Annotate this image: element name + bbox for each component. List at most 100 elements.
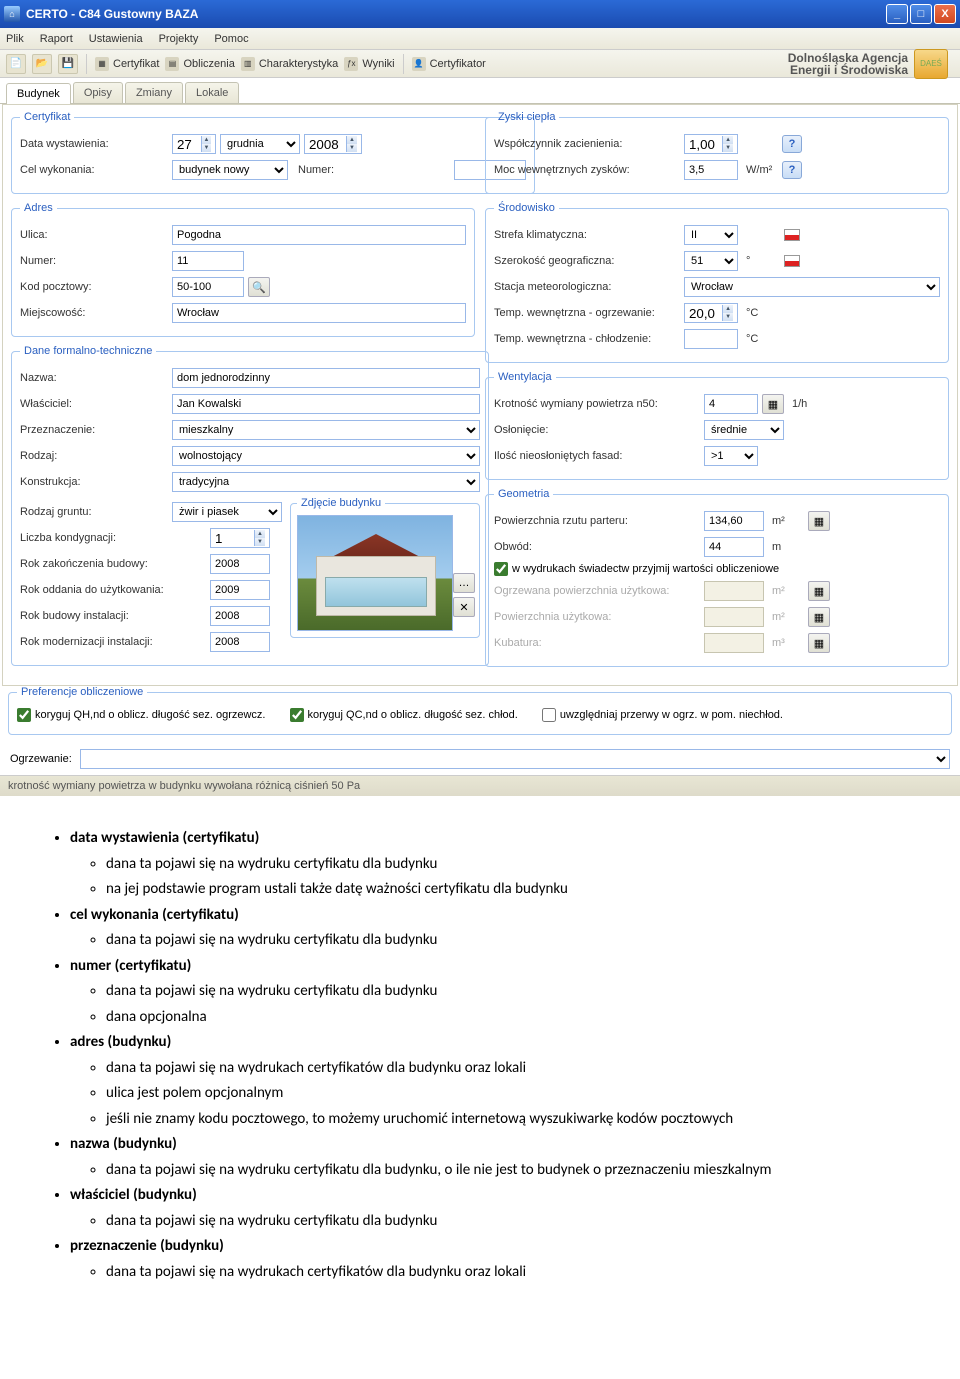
tab-opisy[interactable]: Opisy xyxy=(73,82,123,103)
char-icon: ▥ xyxy=(241,57,255,71)
numer-adres-input[interactable] xyxy=(172,251,244,271)
tab-budynek[interactable]: Budynek xyxy=(6,83,71,104)
save-icon[interactable]: 💾 xyxy=(58,54,78,74)
unit-m: m xyxy=(768,541,804,553)
toolbar: 📄 📂 💾 ▦Certyfikat ▤Obliczenia ▥Charakter… xyxy=(0,50,960,78)
toolbar-wyniki[interactable]: ƒxWyniki xyxy=(344,57,394,71)
search-kod-button[interactable]: 🔍 xyxy=(248,277,270,297)
grunt-select[interactable]: żwir i piasek xyxy=(172,502,282,522)
fieldset-adres: Adres Ulica: Numer: Kod pocztowy: 🔍 Miej… xyxy=(11,202,475,337)
photo-clear-button[interactable]: ✕ xyxy=(453,597,475,617)
menu-projekty[interactable]: Projekty xyxy=(159,33,199,45)
obwod-input[interactable] xyxy=(704,537,764,557)
label-moc-wew: Moc wewnętrznych zysków: xyxy=(494,164,684,176)
ogrzewanie-select[interactable] xyxy=(80,749,950,769)
help-button[interactable]: ? xyxy=(782,135,802,153)
menu-plik[interactable]: Plik xyxy=(6,33,24,45)
date-year-spinner[interactable]: ▲▼ xyxy=(304,134,362,154)
chk-wydruki[interactable] xyxy=(494,562,508,576)
toolbar-certyfikator[interactable]: 👤Certyfikator xyxy=(412,57,486,71)
date-month-select[interactable]: grudnia xyxy=(220,134,300,154)
flag-pl-icon[interactable] xyxy=(782,252,802,270)
label-ogrzewanie: Ogrzewanie: xyxy=(10,753,72,765)
label-cel-wykonania: Cel wykonania: xyxy=(20,164,172,176)
kod-input[interactable] xyxy=(172,277,244,297)
new-icon[interactable]: 📄 xyxy=(6,54,26,74)
toolbar-certyfikat[interactable]: ▦Certyfikat xyxy=(95,57,159,71)
minimize-button[interactable]: _ xyxy=(886,4,908,24)
brand-line1: Dolnośląska Agencja xyxy=(788,52,908,64)
unit-m2: m² xyxy=(768,585,804,597)
fieldset-certyfikat: Certyfikat Data wystawienia: ▲▼ grudnia … xyxy=(11,111,535,194)
label-konstr: Konstrukcja: xyxy=(20,476,172,488)
date-day-spinner[interactable]: ▲▼ xyxy=(172,134,216,154)
fieldset-preferencje: Preferencje obliczeniowe koryguj QH,nd o… xyxy=(8,686,952,735)
pow-rzut-calc-button[interactable]: ▦ xyxy=(808,511,830,531)
legend-wentylacja: Wentylacja xyxy=(494,371,556,383)
stacja-select[interactable]: Wrocław xyxy=(684,277,940,297)
chk-koryguj-qh[interactable] xyxy=(17,708,31,722)
strefa-select[interactable]: II xyxy=(684,225,738,245)
chk-uwzgl-przerwy[interactable] xyxy=(542,708,556,722)
maximize-button[interactable]: □ xyxy=(910,4,932,24)
pow-uzy-calc-button[interactable]: ▦ xyxy=(808,607,830,627)
rok-inst-input[interactable] xyxy=(210,606,270,626)
label-pow-rzut: Powierzchnia rzutu parteru: xyxy=(494,515,704,527)
toolbar-charakterystyka[interactable]: ▥Charakterystyka xyxy=(241,57,338,71)
szer-select[interactable]: 51 xyxy=(684,251,738,271)
oslon-select[interactable]: średnie xyxy=(704,420,784,440)
moc-input[interactable] xyxy=(684,160,738,180)
flag-pl-icon[interactable] xyxy=(782,226,802,244)
label-obwod: Obwód: xyxy=(494,541,704,553)
help-button[interactable]: ? xyxy=(782,161,802,179)
rodzaj-select[interactable]: wolnostojący xyxy=(172,446,480,466)
close-button[interactable]: X xyxy=(934,4,956,24)
miejscowosc-input[interactable] xyxy=(172,303,466,323)
konstr-select[interactable]: tradycyjna xyxy=(172,472,480,492)
nazwa-input[interactable] xyxy=(172,368,480,388)
unit-c: °C xyxy=(742,333,778,345)
menu-pomoc[interactable]: Pomoc xyxy=(214,33,248,45)
krot-calc-button[interactable]: ▦ xyxy=(762,394,784,414)
label-grunt: Rodzaj gruntu: xyxy=(20,506,172,518)
menu-ustawienia[interactable]: Ustawienia xyxy=(89,33,143,45)
wsp-zac-spinner[interactable]: ▲▼ xyxy=(684,134,738,154)
tw-ogrz-spinner[interactable]: ▲▼ xyxy=(684,303,738,323)
chk-koryguj-qc[interactable] xyxy=(290,708,304,722)
label-kondyg: Liczba kondygnacji: xyxy=(20,532,210,544)
rok-mod-input[interactable] xyxy=(210,632,270,652)
separator xyxy=(86,54,87,74)
left-column: Certyfikat Data wystawienia: ▲▼ grudnia … xyxy=(11,111,475,675)
calc-icon: ▤ xyxy=(165,57,179,71)
legend-srodowisko: Środowisko xyxy=(494,202,559,214)
ogrz-pow-calc-button[interactable]: ▦ xyxy=(808,581,830,601)
menu-raport[interactable]: Raport xyxy=(40,33,73,45)
toolbar-obliczenia[interactable]: ▤Obliczenia xyxy=(165,57,234,71)
ulica-input[interactable] xyxy=(172,225,466,245)
rok-zak-input[interactable] xyxy=(210,554,270,574)
cel-wykonania-select[interactable]: budynek nowy xyxy=(172,160,288,180)
rok-uzy-input[interactable] xyxy=(210,580,270,600)
przezn-select[interactable]: mieszkalny xyxy=(172,420,480,440)
wlasciciel-input[interactable] xyxy=(172,394,480,414)
fieldset-dane: Dane formalno-techniczne Nazwa: Właścici… xyxy=(11,345,489,666)
tab-lokale[interactable]: Lokale xyxy=(185,82,239,103)
bottom-bar: Ogrzewanie: xyxy=(0,743,960,775)
window-title: CERTO - C84 Gustowny BAZA xyxy=(26,7,886,21)
unit-wm2: W/m² xyxy=(742,164,778,176)
label-szer: Szerokość geograficzna: xyxy=(494,255,684,267)
fasad-select[interactable]: >1 xyxy=(704,446,758,466)
chk-wydruki-label: w wydrukach świadectw przyjmij wartości … xyxy=(512,563,779,575)
pow-rzut-input[interactable] xyxy=(704,511,764,531)
label-numer-adres: Numer: xyxy=(20,255,172,267)
label-data-wystawienia: Data wystawienia: xyxy=(20,138,172,150)
legend-geometria: Geometria xyxy=(494,488,553,500)
tw-chlod-input[interactable] xyxy=(684,329,738,349)
tab-zmiany[interactable]: Zmiany xyxy=(125,82,183,103)
open-icon[interactable]: 📂 xyxy=(32,54,52,74)
kondyg-spinner[interactable]: ▲▼ xyxy=(210,528,270,548)
kub-calc-button[interactable]: ▦ xyxy=(808,633,830,653)
photo-edit-button[interactable]: … xyxy=(453,573,475,593)
krot-input[interactable] xyxy=(704,394,758,414)
search-icon: 🔍 xyxy=(252,281,266,294)
